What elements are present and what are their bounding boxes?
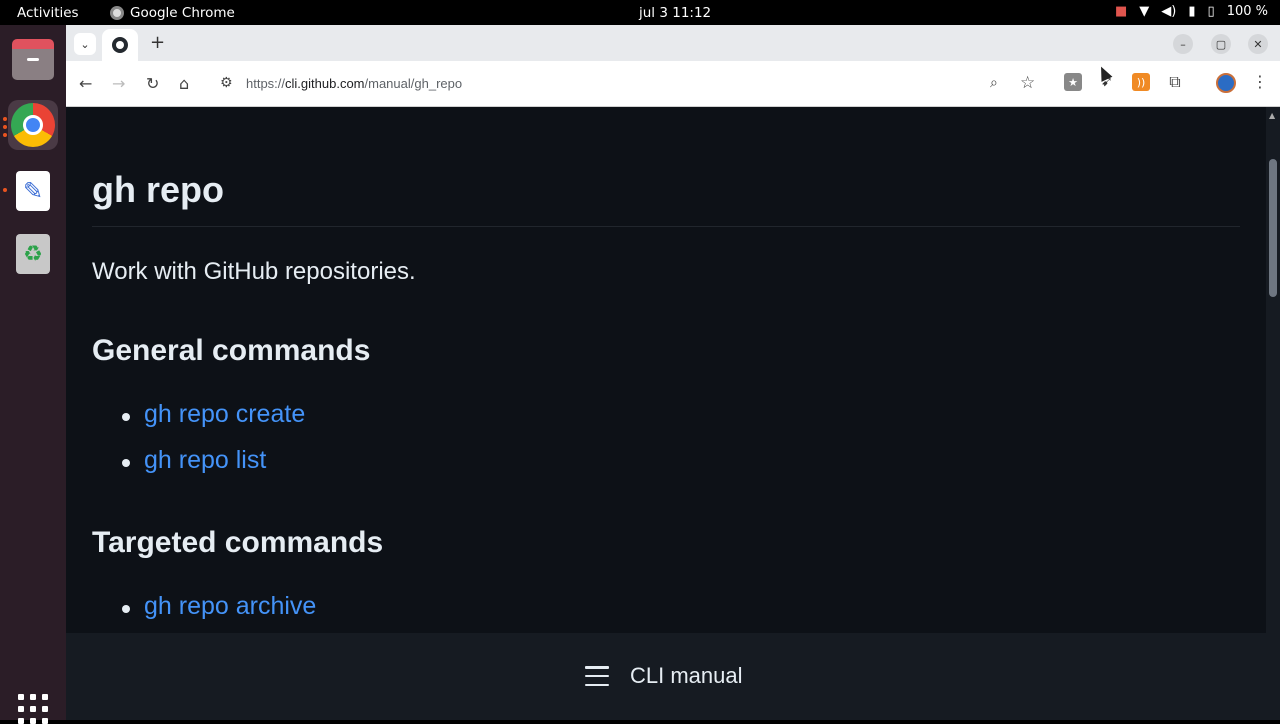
- camera-icon: ■: [1115, 4, 1128, 19]
- title-divider: [92, 226, 1240, 227]
- wifi-icon: ▼: [1139, 4, 1150, 19]
- address-bar[interactable]: ⚙ https://cli.github.com/manual/gh_repo …: [216, 67, 1046, 101]
- command-link[interactable]: gh repo archive: [144, 592, 316, 621]
- page-scrollbar[interactable]: ▲: [1266, 107, 1280, 633]
- minimize-icon[interactable]: –: [1173, 34, 1193, 54]
- maximize-icon[interactable]: ▢: [1211, 34, 1231, 54]
- trash-icon: ♻: [16, 234, 50, 274]
- running-indicator: [3, 188, 7, 192]
- system-top-bar: Activities Google Chrome jul 3 11:12 ■ ▼…: [0, 0, 1280, 25]
- clock[interactable]: jul 3 11:12: [639, 5, 711, 21]
- dock-trash[interactable]: ♻: [8, 229, 58, 279]
- chrome-mini-icon: [110, 6, 124, 20]
- more-menu-icon[interactable]: ⋮: [1252, 72, 1268, 91]
- zoom-icon[interactable]: ⌕: [990, 75, 998, 91]
- dock-chrome[interactable]: [8, 100, 58, 150]
- hamburger-menu-icon[interactable]: [585, 666, 609, 686]
- close-icon[interactable]: ✕: [1248, 34, 1268, 54]
- command-link[interactable]: gh repo list: [144, 446, 266, 475]
- site-info-icon[interactable]: ⚙: [220, 75, 233, 91]
- github-icon: [112, 37, 128, 53]
- activities-button[interactable]: Activities: [17, 5, 79, 21]
- scroll-up-icon[interactable]: ▲: [1269, 111, 1275, 120]
- targeted-commands-heading: Targeted commands: [92, 526, 384, 559]
- microphone-icon: ▮: [1188, 4, 1196, 19]
- command-link[interactable]: gh repo create: [144, 400, 305, 429]
- general-commands-heading: General commands: [92, 334, 371, 367]
- bookmark-star-icon[interactable]: ☆: [1020, 73, 1035, 93]
- bottom-nav-bar: CLI manual: [66, 633, 1280, 720]
- tab-strip: ⌄ + – ▢ ✕: [66, 25, 1280, 61]
- tab-search-chevron-icon[interactable]: ⌄: [74, 33, 96, 55]
- tab-github[interactable]: [102, 29, 138, 61]
- new-tab-button[interactable]: +: [150, 32, 165, 53]
- back-icon[interactable]: ←: [79, 74, 92, 93]
- chrome-icon: [11, 103, 55, 147]
- forward-icon[interactable]: →: [112, 74, 125, 93]
- profile-avatar[interactable]: [1216, 73, 1236, 93]
- reload-icon[interactable]: ↻: [146, 74, 159, 93]
- battery-percent: 100 %: [1226, 4, 1268, 19]
- page-description: Work with GitHub repositories.: [92, 258, 416, 285]
- url-text[interactable]: https://cli.github.com/manual/gh_repo: [246, 76, 462, 91]
- volume-icon: ◀): [1161, 4, 1177, 19]
- scrollbar-thumb[interactable]: [1269, 159, 1277, 297]
- dock-text-editor[interactable]: ✎: [8, 166, 58, 216]
- system-status-area[interactable]: ■ ▼ ◀) ▮ ▯ 100 %: [1115, 4, 1268, 19]
- app-menu[interactable]: Google Chrome: [110, 5, 235, 21]
- home-icon[interactable]: ⌂: [179, 74, 189, 93]
- bottom-nav-title[interactable]: CLI manual: [630, 663, 743, 689]
- running-indicator: [3, 117, 7, 121]
- page-title: gh repo: [92, 169, 224, 210]
- running-indicator: [3, 133, 7, 137]
- files-icon: [12, 39, 54, 80]
- browser-window: ⌄ + – ▢ ✕ ← → ↻ ⌂ ⚙ https://cli.github.c…: [66, 25, 1280, 720]
- text-editor-icon: ✎: [16, 171, 50, 211]
- rss-extension-icon[interactable]: )): [1132, 73, 1150, 91]
- page-content: gh repo Work with GitHub repositories. G…: [66, 107, 1266, 633]
- app-name: Google Chrome: [130, 5, 235, 21]
- dock: ✎ ♻: [0, 25, 66, 724]
- extensions-puzzle-icon[interactable]: ⧉: [1166, 72, 1184, 91]
- bookmark-extension-icon[interactable]: ★: [1064, 73, 1082, 91]
- dock-files[interactable]: [8, 37, 58, 87]
- running-indicator: [3, 125, 7, 129]
- battery-icon: ▯: [1207, 4, 1215, 19]
